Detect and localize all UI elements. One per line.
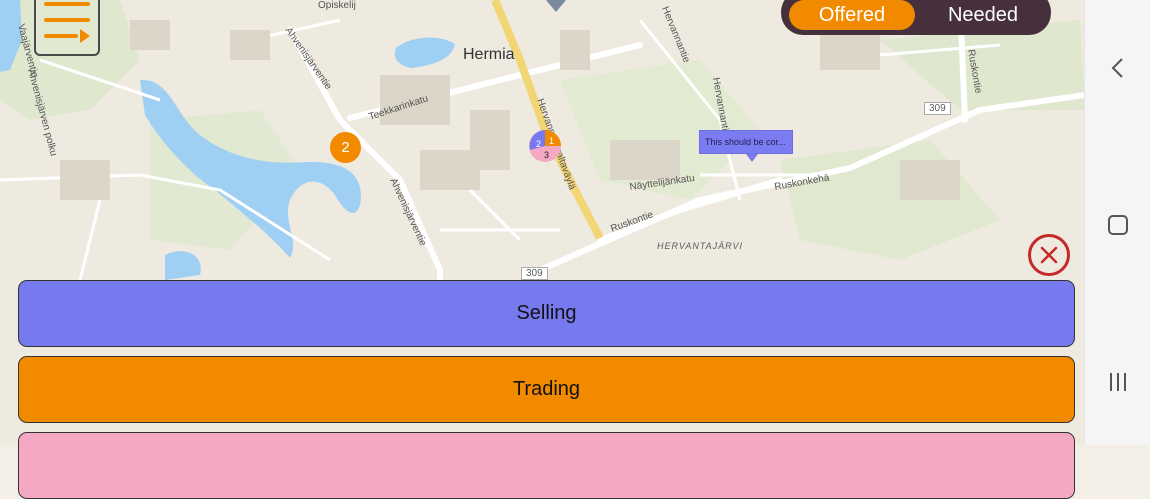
pie-count-orange: 1 [549,136,554,146]
place-label: Hermia [463,46,515,63]
street-label: Hervannantie [659,5,692,65]
offered-needed-toggle: Offered Needed [781,0,1051,35]
area-label: HERVANTAJÄRVI [657,241,744,251]
road-number-badge: 309 [924,102,951,115]
close-button[interactable] [1028,234,1070,276]
back-button[interactable] [1085,38,1150,98]
trading-button[interactable]: Trading [18,356,1075,423]
filter-list-icon [44,2,90,43]
square-icon [1107,215,1128,235]
recents-icon [1109,373,1126,391]
chevron-left-icon [1111,58,1123,78]
location-pin-icon [546,0,566,12]
street-label: Opiskelij [318,0,356,11]
cluster-marker[interactable]: 2 [330,132,361,163]
third-category-button[interactable] [18,432,1075,499]
marker-tooltip[interactable]: This should be cor... [699,130,793,162]
street-label: Ahvenisjärventie [283,25,334,92]
filter-menu-button[interactable] [34,0,100,56]
recents-button[interactable] [1085,352,1150,412]
close-icon [1040,246,1058,264]
pie-cluster-marker: 2 1 3 [529,130,561,162]
toggle-offered[interactable]: Offered [789,0,915,30]
system-navigation-bar [1084,0,1150,445]
road-number-badge: 309 [521,267,548,280]
pie-count-pink: 3 [544,150,549,160]
toggle-needed[interactable]: Needed [924,0,1042,30]
selling-button[interactable]: Selling [18,280,1075,347]
home-button[interactable] [1085,195,1150,255]
pie-count-blue: 2 [536,139,541,149]
